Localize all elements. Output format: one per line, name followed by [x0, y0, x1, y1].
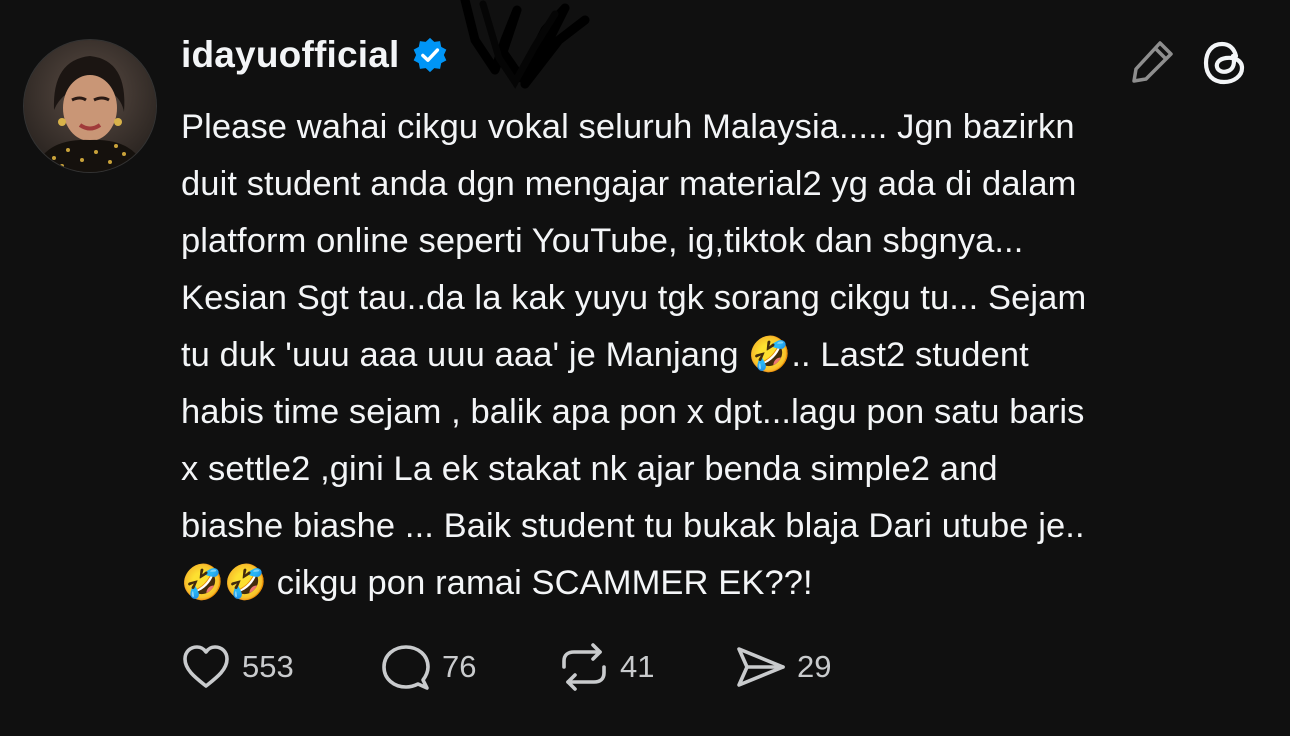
reply-count: 76: [442, 649, 477, 684]
redaction-scribble: [460, 0, 590, 89]
send-icon: [737, 647, 785, 687]
repost-count: 41: [620, 649, 655, 684]
post-body: Please wahai cikgu vokal seluruh Malaysi…: [181, 108, 1087, 602]
like-count: 553: [242, 649, 294, 684]
post-header: idayuofficial: [181, 30, 449, 80]
repost-button[interactable]: 41: [556, 634, 654, 700]
verified-badge-icon: [414, 37, 447, 73]
username[interactable]: idayuofficial: [181, 34, 399, 76]
pencil-icon[interactable]: [1124, 34, 1180, 90]
threads-logo-icon[interactable]: [1196, 34, 1254, 92]
heart-icon: [183, 645, 229, 688]
avatar[interactable]: [24, 40, 156, 172]
reply-button[interactable]: 76: [378, 634, 476, 700]
like-button[interactable]: 553: [178, 634, 294, 700]
thread-post: idayuofficial Please wahai cikgu vokal s…: [0, 0, 1290, 736]
comment-bubble-icon: [382, 645, 430, 690]
repost-icon: [562, 643, 606, 691]
share-count: 29: [797, 649, 832, 684]
share-button[interactable]: 29: [733, 634, 831, 700]
